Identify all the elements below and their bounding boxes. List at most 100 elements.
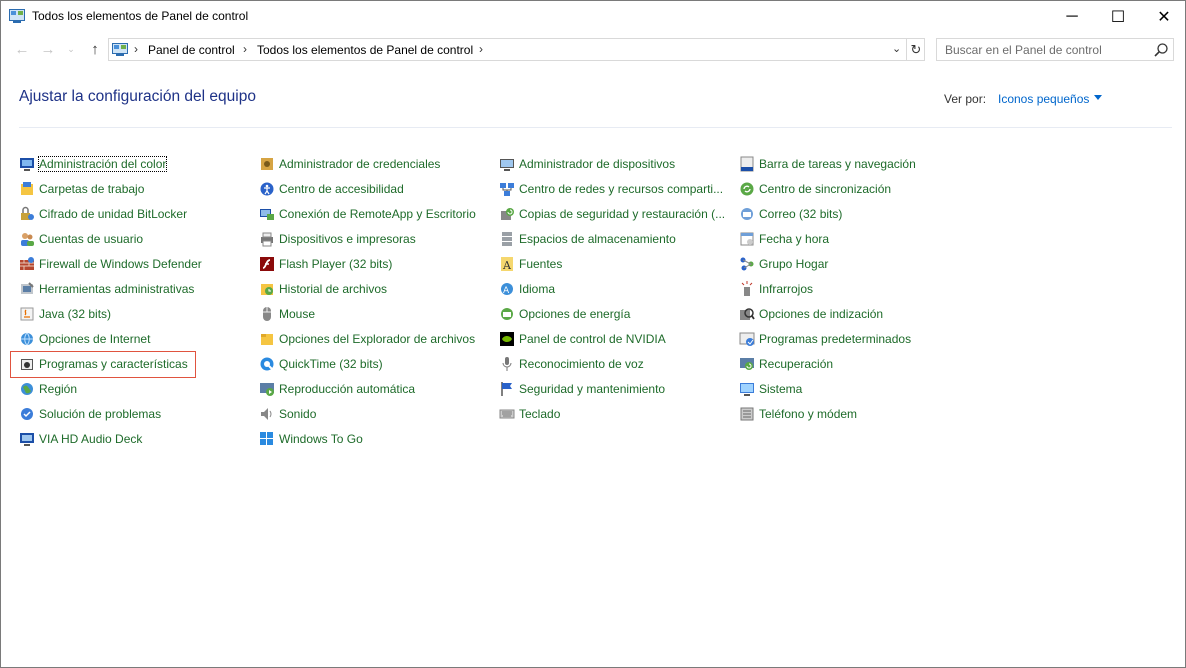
control-panel-item-barra-de-tareas-y-navegacion[interactable]: Barra de tareas y navegación	[739, 154, 916, 174]
control-panel-item-label[interactable]: Opciones del Explorador de archivos	[279, 332, 475, 346]
breadcrumb-all-items[interactable]: Todos los elementos de Panel de control	[257, 43, 473, 57]
control-panel-item-fecha-y-hora[interactable]: Fecha y hora	[739, 229, 829, 249]
minimize-button[interactable]: ─	[1049, 1, 1095, 32]
control-panel-item-label[interactable]: QuickTime (32 bits)	[279, 357, 383, 371]
back-button[interactable]: ←	[11, 38, 33, 60]
control-panel-item-panel-de-control-de-nvidia[interactable]: Panel de control de NVIDIA	[499, 329, 666, 349]
control-panel-item-centro-de-sincronizacion[interactable]: Centro de sincronización	[739, 179, 891, 199]
breadcrumb-separator[interactable]: ›	[134, 42, 138, 56]
control-panel-item-solucion-de-problemas[interactable]: Solución de problemas	[19, 404, 161, 424]
control-panel-item-administracion-del-color[interactable]: Administración del color	[19, 154, 168, 174]
control-panel-item-opciones-de-internet[interactable]: Opciones de Internet	[19, 329, 150, 349]
control-panel-item-fuentes[interactable]: A Fuentes	[499, 254, 562, 274]
control-panel-item-label[interactable]: Opciones de indización	[759, 307, 883, 321]
control-panel-item-label[interactable]: Opciones de energía	[519, 307, 630, 321]
control-panel-item-label[interactable]: Java (32 bits)	[39, 307, 111, 321]
control-panel-item-grupo-hogar[interactable]: Grupo Hogar	[739, 254, 828, 274]
breadcrumb-control-panel[interactable]: Panel de control	[148, 43, 235, 57]
control-panel-item-label[interactable]: Recuperación	[759, 357, 833, 371]
control-panel-item-label[interactable]: Solución de problemas	[39, 407, 161, 421]
control-panel-item-label[interactable]: Dispositivos e impresoras	[279, 232, 416, 246]
control-panel-item-label[interactable]: Herramientas administrativas	[39, 282, 194, 296]
control-panel-item-windows-to-go[interactable]: Windows To Go	[259, 429, 363, 449]
control-panel-item-firewall-de-windows-defender[interactable]: Firewall de Windows Defender	[19, 254, 202, 274]
breadcrumb-separator[interactable]: ›	[479, 42, 483, 56]
control-panel-item-opciones-de-energia[interactable]: Opciones de energía	[499, 304, 630, 324]
maximize-button[interactable]: ☐	[1095, 1, 1141, 32]
control-panel-item-label[interactable]: Panel de control de NVIDIA	[519, 332, 666, 346]
control-panel-item-label[interactable]: Programas predeterminados	[759, 332, 911, 346]
control-panel-item-sistema[interactable]: Sistema	[739, 379, 802, 399]
up-button[interactable]: ↑	[84, 38, 106, 60]
control-panel-item-label[interactable]: Seguridad y mantenimiento	[519, 382, 665, 396]
control-panel-item-label[interactable]: Carpetas de trabajo	[39, 182, 144, 196]
view-by-dropdown[interactable]: Iconos pequeños	[998, 92, 1089, 106]
control-panel-item-historial-de-archivos[interactable]: Historial de archivos	[259, 279, 387, 299]
control-panel-item-reconocimiento-de-voz[interactable]: Reconocimiento de voz	[499, 354, 644, 374]
control-panel-item-programas-y-caracteristicas[interactable]: Programas y características	[19, 354, 188, 374]
control-panel-item-label[interactable]: Administración del color	[37, 156, 168, 172]
control-panel-item-administrador-de-credenciales[interactable]: Administrador de credenciales	[259, 154, 440, 174]
control-panel-item-label[interactable]: Grupo Hogar	[759, 257, 828, 271]
control-panel-item-label[interactable]: Historial de archivos	[279, 282, 387, 296]
control-panel-item-label[interactable]: Cuentas de usuario	[39, 232, 143, 246]
search-box[interactable]	[936, 38, 1174, 61]
control-panel-item-conexion-de-remoteapp-y-escritorio[interactable]: Conexión de RemoteApp y Escritorio	[259, 204, 476, 224]
control-panel-item-reproduccion-automatica[interactable]: Reproducción automática	[259, 379, 415, 399]
control-panel-item-opciones-del-explorador-de-archivos[interactable]: Opciones del Explorador de archivos	[259, 329, 475, 349]
control-panel-item-via-hd-audio-deck[interactable]: VIA HD Audio Deck	[19, 429, 142, 449]
control-panel-item-label[interactable]: Región	[39, 382, 77, 396]
control-panel-item-cifrado-de-unidad-bitlocker[interactable]: Cifrado de unidad BitLocker	[19, 204, 187, 224]
control-panel-item-cuentas-de-usuario[interactable]: Cuentas de usuario	[19, 229, 143, 249]
control-panel-item-idioma[interactable]: A Idioma	[499, 279, 555, 299]
control-panel-item-infrarrojos[interactable]: Infrarrojos	[739, 279, 813, 299]
control-panel-item-sonido[interactable]: Sonido	[259, 404, 316, 424]
control-panel-item-label[interactable]: Infrarrojos	[759, 282, 813, 296]
control-panel-item-telefono-y-modem[interactable]: Teléfono y módem	[739, 404, 857, 424]
control-panel-item-label[interactable]: Reproducción automática	[279, 382, 415, 396]
control-panel-item-label[interactable]: Flash Player (32 bits)	[279, 257, 392, 271]
control-panel-item-label[interactable]: Barra de tareas y navegación	[759, 157, 916, 171]
control-panel-item-label[interactable]: Teclado	[519, 407, 560, 421]
control-panel-item-label[interactable]: Centro de sincronización	[759, 182, 891, 196]
control-panel-item-copias-de-seguridad-y-restauracion[interactable]: Copias de seguridad y restauración (...	[499, 204, 725, 224]
control-panel-item-recuperacion[interactable]: Recuperación	[739, 354, 833, 374]
control-panel-item-label[interactable]: Firewall de Windows Defender	[39, 257, 202, 271]
control-panel-item-carpetas-de-trabajo[interactable]: Carpetas de trabajo	[19, 179, 144, 199]
control-panel-item-label[interactable]: VIA HD Audio Deck	[39, 432, 142, 446]
control-panel-item-label[interactable]: Fuentes	[519, 257, 562, 271]
control-panel-item-espacios-de-almacenamiento[interactable]: Espacios de almacenamiento	[499, 229, 676, 249]
control-panel-item-quicktime-32-bits[interactable]: QuickTime (32 bits)	[259, 354, 383, 374]
control-panel-item-label[interactable]: Fecha y hora	[759, 232, 829, 246]
control-panel-item-label[interactable]: Idioma	[519, 282, 555, 296]
forward-button[interactable]: →	[37, 38, 59, 60]
control-panel-item-label[interactable]: Copias de seguridad y restauración (...	[519, 207, 725, 221]
control-panel-item-label[interactable]: Espacios de almacenamiento	[519, 232, 676, 246]
control-panel-item-label[interactable]: Administrador de dispositivos	[519, 157, 675, 171]
control-panel-item-mouse[interactable]: Mouse	[259, 304, 315, 324]
control-panel-item-label[interactable]: Reconocimiento de voz	[519, 357, 644, 371]
control-panel-item-seguridad-y-mantenimiento[interactable]: Seguridad y mantenimiento	[499, 379, 665, 399]
control-panel-item-label[interactable]: Windows To Go	[279, 432, 363, 446]
control-panel-item-label[interactable]: Mouse	[279, 307, 315, 321]
control-panel-item-label[interactable]: Opciones de Internet	[39, 332, 150, 346]
address-dropdown-icon[interactable]: ⌄	[892, 42, 901, 55]
chevron-down-icon[interactable]	[1094, 95, 1102, 100]
search-icon[interactable]	[1153, 42, 1169, 58]
control-panel-item-java-32-bits[interactable]: Java (32 bits)	[19, 304, 111, 324]
control-panel-item-label[interactable]: Programas y características	[39, 357, 188, 371]
recent-locations-button[interactable]: ⌄	[64, 38, 78, 60]
control-panel-item-flash-player-32-bits[interactable]: Flash Player (32 bits)	[259, 254, 392, 274]
control-panel-item-label[interactable]: Teléfono y módem	[759, 407, 857, 421]
control-panel-item-label[interactable]: Centro de accesibilidad	[279, 182, 404, 196]
control-panel-item-programas-predeterminados[interactable]: Programas predeterminados	[739, 329, 911, 349]
control-panel-item-label[interactable]: Correo (32 bits)	[759, 207, 842, 221]
control-panel-item-centro-de-redes-y-recursos-comparti[interactable]: Centro de redes y recursos comparti...	[499, 179, 723, 199]
control-panel-item-label[interactable]: Centro de redes y recursos comparti...	[519, 182, 723, 196]
close-button[interactable]: ✕	[1141, 1, 1186, 32]
address-bar[interactable]: › Panel de control › Todos los elementos…	[108, 38, 925, 61]
control-panel-item-opciones-de-indizacion[interactable]: Opciones de indización	[739, 304, 883, 324]
control-panel-item-teclado[interactable]: Teclado	[499, 404, 560, 424]
control-panel-item-label[interactable]: Sonido	[279, 407, 316, 421]
breadcrumb-separator[interactable]: ›	[243, 42, 247, 56]
